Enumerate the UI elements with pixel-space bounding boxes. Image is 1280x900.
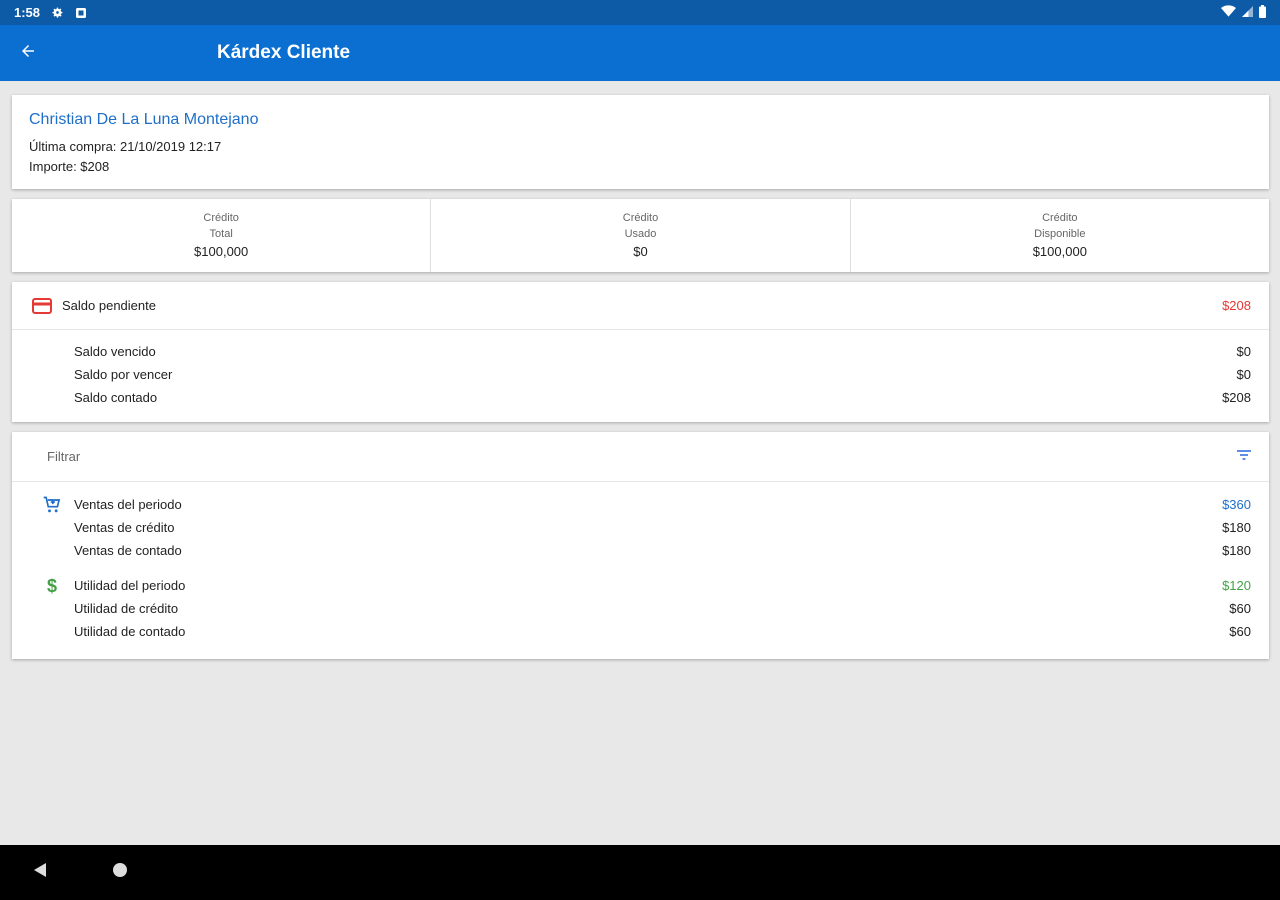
wifi-icon — [1221, 5, 1236, 20]
credit-used-label1: Crédito — [622, 211, 659, 224]
customer-name: Christian De La Luna Montejano — [29, 111, 259, 128]
profit-group: $ Utilidad del periodo $120 Utilidad de … — [12, 562, 1269, 643]
credit-summary-card: Crédito Total $100,000 Crédito Usado $0 … — [12, 199, 1269, 272]
cash-sales-label: Ventas de contado — [74, 543, 182, 558]
list-item: Ventas de crédito $180 — [12, 516, 1269, 539]
credit-used: Crédito Usado $0 — [431, 199, 851, 272]
credit-profit-value: $60 — [1229, 601, 1251, 616]
settings-icon — [50, 6, 64, 20]
filter-icon — [1237, 448, 1251, 466]
balance-overdue-label: Saldo vencido — [74, 344, 156, 359]
period-card: Filtrar Ventas del periodo $360 Ventas d… — [12, 432, 1269, 659]
credit-used-value: $0 — [633, 243, 648, 259]
list-item: Saldo vencido $0 — [12, 340, 1269, 363]
filter-button[interactable]: Filtrar — [12, 432, 1269, 482]
sales-group: Ventas del periodo $360 Ventas de crédit… — [12, 482, 1269, 562]
list-item: Ventas de contado $180 — [12, 539, 1269, 562]
list-item: Saldo por vencer $0 — [12, 363, 1269, 386]
list-item: Ventas del periodo $360 — [12, 493, 1269, 516]
dollar-icon: $ — [46, 575, 57, 596]
cash-profit-value: $60 — [1229, 624, 1251, 639]
pending-balance-amount: $208 — [1222, 298, 1251, 313]
status-time: 1:58 — [14, 5, 41, 20]
list-item: Utilidad de contado $60 — [12, 620, 1269, 643]
cart-icon — [40, 493, 64, 516]
nav-back-button[interactable] — [20, 845, 60, 900]
triangle-back-icon — [33, 862, 47, 883]
balance-card: Saldo pendiente $208 Saldo vencido $0 Sa… — [12, 282, 1269, 422]
arrow-left-icon — [19, 42, 37, 65]
last-purchase: Última compra: 21/10/2019 12:17 — [29, 139, 222, 154]
credit-available-value: $100,000 — [1032, 243, 1087, 259]
period-profit-label: Utilidad del periodo — [74, 578, 186, 593]
credit-available-label2: Disponible — [1034, 227, 1086, 240]
balance-upcoming-value: $0 — [1236, 367, 1251, 382]
cash-sales-value: $180 — [1222, 543, 1251, 558]
circle-home-icon — [112, 862, 128, 883]
page-title: Kárdex Cliente — [217, 42, 351, 63]
balance-cash-label: Saldo contado — [74, 390, 158, 405]
filter-label: Filtrar — [47, 449, 81, 464]
credit-total-label2: Total — [209, 227, 233, 240]
balance-overdue-value: $0 — [1236, 344, 1251, 359]
back-button[interactable] — [0, 25, 56, 81]
period-profit-value: $120 — [1222, 578, 1251, 593]
list-item: Saldo contado $208 — [12, 386, 1269, 409]
battery-icon — [1259, 4, 1266, 21]
pending-balance-label: Saldo pendiente — [62, 298, 156, 313]
credit-available: Crédito Disponible $100,000 — [851, 199, 1269, 272]
period-sales-label: Ventas del periodo — [74, 497, 182, 512]
list-item: Utilidad de crédito $60 — [12, 597, 1269, 620]
system-nav-bar — [0, 845, 1280, 900]
credit-total-value: $100,000 — [194, 243, 249, 259]
credit-total-label1: Crédito — [203, 211, 239, 224]
credit-used-label2: Usado — [624, 227, 657, 240]
credit-card-icon — [30, 294, 54, 318]
credit-sales-label: Ventas de crédito — [74, 520, 175, 535]
credit-total: Crédito Total $100,000 — [12, 199, 432, 272]
balance-upcoming-label: Saldo por vencer — [74, 367, 173, 382]
pending-balance-row: Saldo pendiente $208 — [12, 282, 1269, 330]
balance-cash-value: $208 — [1222, 390, 1251, 405]
balance-breakdown: Saldo vencido $0 Saldo por vencer $0 Sal… — [12, 330, 1269, 409]
credit-profit-label: Utilidad de crédito — [74, 601, 179, 616]
notification-box-icon — [74, 6, 88, 20]
status-icons — [1221, 4, 1266, 21]
list-item: $ Utilidad del periodo $120 — [12, 574, 1269, 597]
credit-available-label1: Crédito — [1042, 211, 1078, 224]
cash-profit-label: Utilidad de contado — [74, 624, 186, 639]
customer-card: Christian De La Luna Montejano Última co… — [12, 95, 1269, 189]
app-bar: Kárdex Cliente — [0, 25, 1280, 81]
status-bar: 1:58 — [0, 0, 1280, 25]
signal-icon — [1242, 5, 1253, 20]
period-sales-value: $360 — [1222, 497, 1251, 512]
credit-sales-value: $180 — [1222, 520, 1251, 535]
purchase-amount: Importe: $208 — [29, 159, 110, 174]
nav-home-button[interactable] — [100, 845, 140, 900]
